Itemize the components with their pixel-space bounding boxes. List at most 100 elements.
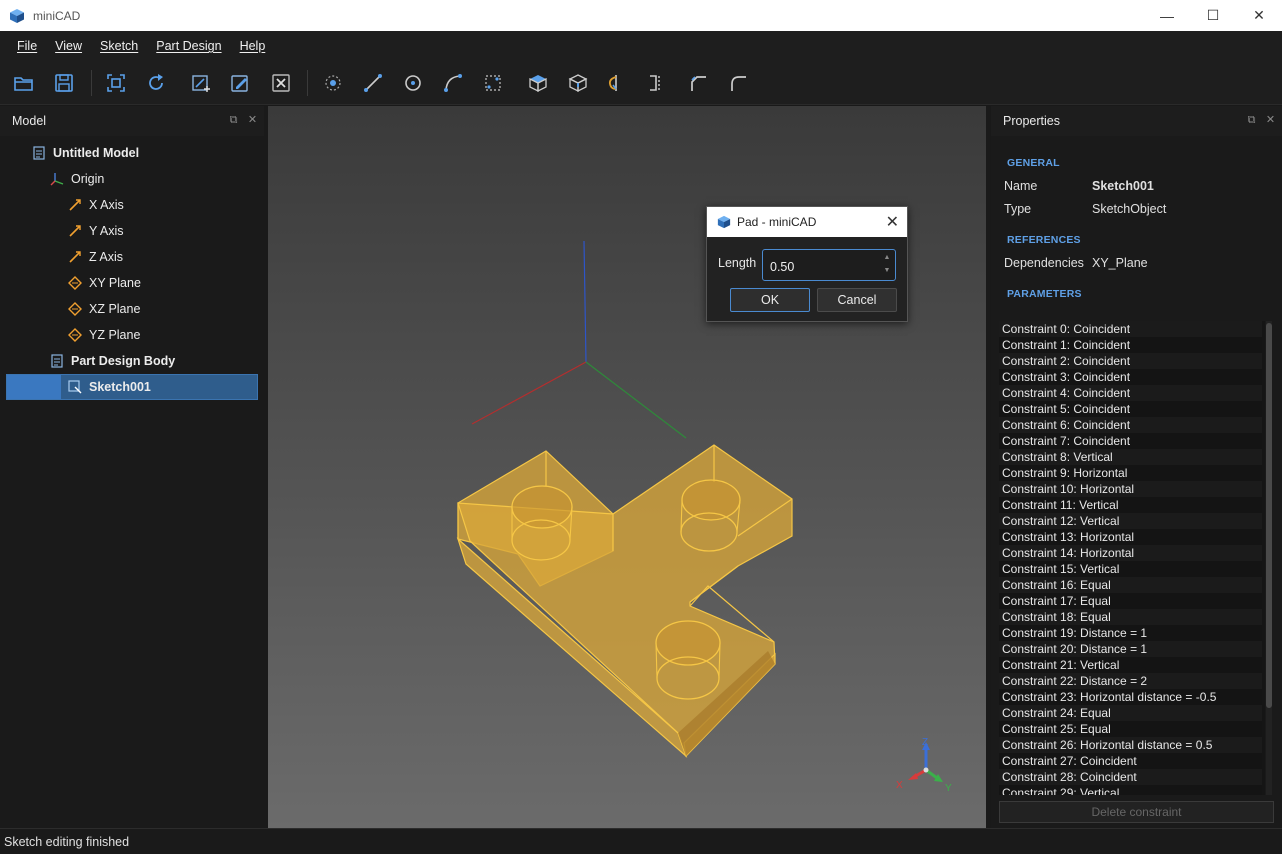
prop-type-key: Type: [1004, 202, 1032, 216]
arc-icon[interactable]: [441, 71, 465, 95]
right-splitter[interactable]: [986, 106, 990, 828]
properties-panel: Properties ⧉ ✕ GENERAL Name Sketch001 Ty…: [991, 106, 1282, 828]
list-item[interactable]: Constraint 0: Coincident: [999, 321, 1262, 337]
list-item[interactable]: Constraint 23: Horizontal distance = -0.…: [999, 689, 1262, 705]
close-sketch-icon[interactable]: [269, 71, 293, 95]
menu-file[interactable]: File: [8, 39, 46, 53]
list-item[interactable]: Constraint 5: Coincident: [999, 401, 1262, 417]
tree-item-label: X Axis: [89, 198, 124, 212]
menu-part-design[interactable]: Part Design: [147, 39, 230, 53]
list-item[interactable]: Constraint 9: Horizontal: [999, 465, 1262, 481]
open-icon[interactable]: [12, 71, 36, 95]
list-item[interactable]: Constraint 11: Vertical: [999, 497, 1262, 513]
list-item[interactable]: Constraint 1: Coincident: [999, 337, 1262, 353]
refresh-icon[interactable]: [144, 71, 168, 95]
list-item[interactable]: Constraint 26: Horizontal distance = 0.5: [999, 737, 1262, 753]
tree-item-origin[interactable]: Origin: [50, 167, 104, 191]
chamfer-icon[interactable]: [686, 71, 710, 95]
minimize-button[interactable]: —: [1144, 0, 1190, 31]
list-item[interactable]: Constraint 3: Coincident: [999, 369, 1262, 385]
ok-button[interactable]: OK: [730, 288, 810, 312]
rectangle-icon[interactable]: [481, 71, 505, 95]
tree-item-yz-plane[interactable]: YZ Plane: [68, 323, 140, 347]
circle-icon[interactable]: [401, 71, 425, 95]
list-item[interactable]: Constraint 15: Vertical: [999, 561, 1262, 577]
list-item[interactable]: Constraint 18: Equal: [999, 609, 1262, 625]
tree-item-z-axis[interactable]: Z Axis: [68, 245, 123, 269]
tree-item-y-axis[interactable]: Y Axis: [68, 219, 124, 243]
tree-item-xz-plane[interactable]: XZ Plane: [68, 297, 140, 321]
tree-item-sketch001[interactable]: Sketch001: [68, 375, 151, 399]
menu-view[interactable]: View: [46, 39, 91, 53]
list-item[interactable]: Constraint 29: Vertical: [999, 785, 1262, 795]
list-item[interactable]: Constraint 7: Coincident: [999, 433, 1262, 449]
section-general: GENERAL: [1007, 157, 1060, 169]
constraint-list[interactable]: Constraint 0: Coincident Constraint 1: C…: [999, 321, 1265, 795]
dialog-title: Pad - miniCAD: [737, 215, 817, 229]
list-item[interactable]: Constraint 17: Equal: [999, 593, 1262, 609]
close-window-button[interactable]: ✕: [1236, 0, 1282, 31]
dialog-close-icon[interactable]: ✕: [886, 212, 899, 232]
tree-item-part-design-body[interactable]: Part Design Body: [50, 349, 175, 373]
list-item[interactable]: Constraint 6: Coincident: [999, 417, 1262, 433]
pocket-icon[interactable]: [566, 71, 590, 95]
fillet-icon[interactable]: [726, 71, 750, 95]
new-sketch-icon[interactable]: [189, 71, 213, 95]
list-item[interactable]: Constraint 20: Distance = 1: [999, 641, 1262, 657]
dialog-title-bar: Pad - miniCAD ✕: [707, 207, 907, 237]
tree-item-xy-plane[interactable]: XY Plane: [68, 271, 141, 295]
mirror-icon[interactable]: [643, 71, 667, 95]
list-item[interactable]: Constraint 2: Coincident: [999, 353, 1262, 369]
float-panel-icon[interactable]: ⧉: [228, 115, 239, 126]
list-item[interactable]: Constraint 28: Coincident: [999, 769, 1262, 785]
list-item[interactable]: Constraint 25: Equal: [999, 721, 1262, 737]
list-item[interactable]: Constraint 8: Vertical: [999, 449, 1262, 465]
maximize-button[interactable]: ☐: [1190, 0, 1236, 31]
cancel-button[interactable]: Cancel: [817, 288, 897, 312]
constraint-list-scrollbar[interactable]: [1266, 321, 1272, 795]
window-title: miniCAD: [33, 8, 81, 23]
tree-item-label: XY Plane: [89, 276, 141, 290]
tree-item-label: Origin: [71, 172, 105, 186]
tree-item-label: Part Design Body: [71, 354, 176, 368]
model-panel-title: Model: [12, 114, 47, 128]
list-item[interactable]: Constraint 22: Distance = 2: [999, 673, 1262, 689]
pad-dialog: Pad - miniCAD ✕ Length ▲▼ OK Cancel: [706, 206, 908, 322]
status-bar: Sketch editing finished: [0, 828, 1282, 854]
fit-view-icon[interactable]: [104, 71, 128, 95]
section-parameters: PARAMETERS: [1007, 288, 1082, 300]
document-icon: [32, 146, 46, 160]
close-panel-icon[interactable]: ✕: [1265, 115, 1276, 126]
menu-sketch[interactable]: Sketch: [91, 39, 147, 53]
tree-item-untitled-model[interactable]: Untitled Model: [32, 141, 139, 165]
list-item[interactable]: Constraint 21: Vertical: [999, 657, 1262, 673]
pad-icon[interactable]: [526, 71, 550, 95]
properties-panel-header: Properties ⧉ ✕: [991, 106, 1282, 136]
list-item[interactable]: Constraint 10: Horizontal: [999, 481, 1262, 497]
length-input[interactable]: [762, 249, 896, 281]
delete-constraint-button[interactable]: Delete constraint: [999, 801, 1274, 823]
prop-dependencies-key: Dependencies: [1004, 256, 1084, 270]
tree-item-label: XZ Plane: [89, 302, 141, 316]
list-item[interactable]: Constraint 14: Horizontal: [999, 545, 1262, 561]
tree-item-x-axis[interactable]: X Axis: [68, 193, 124, 217]
properties-panel-title: Properties: [1003, 114, 1060, 128]
list-item[interactable]: Constraint 4: Coincident: [999, 385, 1262, 401]
float-panel-icon[interactable]: ⧉: [1246, 115, 1257, 126]
close-panel-icon[interactable]: ✕: [247, 115, 258, 126]
length-stepper[interactable]: ▲ ▼: [881, 251, 893, 279]
line-icon[interactable]: [361, 71, 385, 95]
list-item[interactable]: Constraint 12: Vertical: [999, 513, 1262, 529]
list-item[interactable]: Constraint 27: Coincident: [999, 753, 1262, 769]
list-item[interactable]: Constraint 19: Distance = 1: [999, 625, 1262, 641]
plane-icon: [68, 328, 82, 342]
list-item[interactable]: Constraint 24: Equal: [999, 705, 1262, 721]
list-item[interactable]: Constraint 16: Equal: [999, 577, 1262, 593]
point-icon[interactable]: [321, 71, 345, 95]
revolve-icon[interactable]: [603, 71, 627, 95]
edit-sketch-icon[interactable]: [228, 71, 252, 95]
toolbar-separator: [307, 70, 308, 96]
save-icon[interactable]: [52, 71, 76, 95]
list-item[interactable]: Constraint 13: Horizontal: [999, 529, 1262, 545]
menu-help[interactable]: Help: [231, 39, 275, 53]
